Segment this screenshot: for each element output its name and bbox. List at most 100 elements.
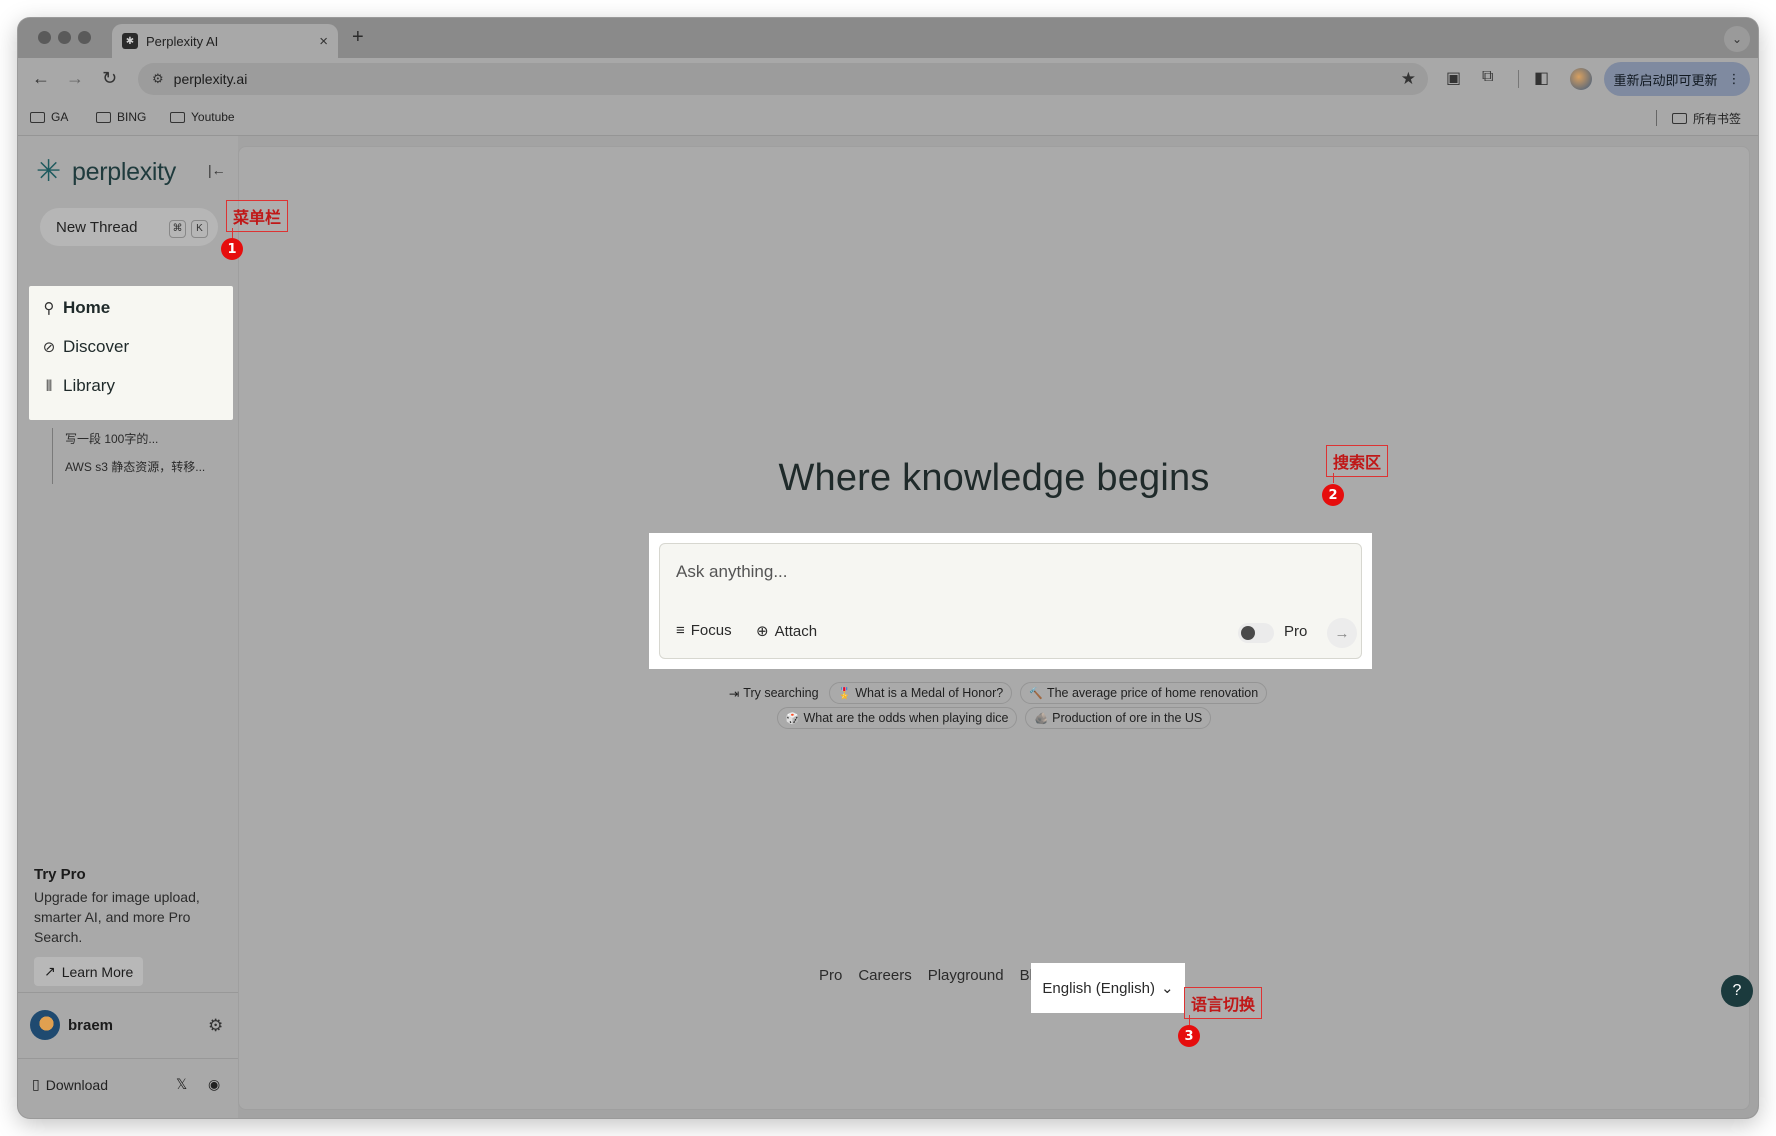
browser-toolbar: ← → ↻ ⚙ perplexity.ai ★ ▣ ⧉ ◧ 重新启动即可更新 ⋮	[18, 58, 1758, 100]
bookmark-star-icon[interactable]: ★	[1401, 69, 1416, 89]
language-selector[interactable]: English (English) ⌄	[1031, 963, 1185, 1013]
search-area: ≡ Focus ⊕ Attach Pro →	[649, 533, 1372, 669]
thread-item[interactable]: AWS s3 静态资源，转移...	[65, 456, 205, 484]
language-label: English (English)	[1042, 979, 1155, 997]
dice-icon: 🎲	[785, 712, 800, 725]
arrow-up-right-icon: ↗	[44, 963, 56, 979]
maximize-window-button[interactable]	[78, 31, 91, 44]
suggestion-chip[interactable]: 🎲 What are the odds when playing dice	[776, 707, 1018, 729]
tab-close-icon[interactable]: ×	[319, 33, 328, 50]
extensions-puzzle-icon[interactable]: ⧉	[1482, 68, 1493, 86]
reload-icon[interactable]: ↻	[102, 68, 117, 89]
sidebar-item-label: Library	[63, 376, 115, 395]
folder-icon	[170, 111, 185, 123]
download-link[interactable]: ▯ Download	[32, 1076, 108, 1093]
annotation-marker: 2	[1322, 484, 1344, 506]
new-thread-button[interactable]: New Thread ⌘ K	[40, 208, 218, 246]
url-text: perplexity.ai	[173, 71, 248, 87]
address-bar[interactable]: ⚙ perplexity.ai ★	[138, 63, 1428, 95]
help-button[interactable]: ?	[1721, 975, 1753, 1007]
sidebar-item-discover[interactable]: ⊘ Discover	[41, 337, 129, 357]
search-input[interactable]	[676, 562, 1276, 582]
annotation-marker: 3	[1178, 1025, 1200, 1047]
side-panel-icon[interactable]: ◧	[1534, 68, 1549, 88]
attach-button[interactable]: ⊕ Attach	[756, 622, 818, 641]
browser-profile-avatar[interactable]	[1570, 68, 1592, 90]
site-info-icon[interactable]: ⚙	[152, 71, 164, 87]
x-twitter-icon[interactable]: 𝕏	[176, 1076, 187, 1093]
tab-strip: ✱ Perplexity AI × + ⌄	[18, 18, 1758, 58]
bookmark-label: GA	[51, 110, 69, 124]
annotation-label-menu: 菜单栏	[226, 200, 289, 232]
update-label: 重新启动即可更新	[1613, 72, 1718, 88]
rock-icon: 🪨	[1034, 712, 1049, 725]
brand-name: perplexity	[72, 157, 176, 186]
bookmark-ga[interactable]: GA	[30, 110, 68, 124]
page-title: Where knowledge begins	[778, 457, 1210, 499]
suggestion-chip[interactable]: 🪨 Production of ore in the US	[1025, 707, 1212, 729]
bookmark-label: Youtube	[191, 110, 235, 124]
submit-button[interactable]: →	[1327, 618, 1357, 648]
sidebar-item-library[interactable]: ⫴ Library	[41, 376, 115, 396]
gear-icon[interactable]: ⚙	[208, 1016, 223, 1036]
learn-more-label: Learn More	[61, 963, 134, 980]
suggestions-row-1: ⇥ Try searching 🎖️ What is a Medal of Ho…	[239, 682, 1749, 704]
sidebar: ✳ perplexity |← New Thread ⌘ K ⚲ Home ⊘ D…	[18, 136, 238, 1118]
footer-link-pro[interactable]: Pro	[819, 967, 842, 984]
suggestions-row-2: 🎲 What are the odds when playing dice 🪨 …	[239, 707, 1749, 729]
user-profile[interactable]: braem	[30, 1010, 113, 1040]
perplexity-app: ✳ perplexity |← New Thread ⌘ K ⚲ Home ⊘ D…	[18, 136, 1758, 1118]
collapse-sidebar-icon[interactable]: |←	[208, 162, 226, 178]
brand-logo[interactable]: ✳ perplexity	[36, 156, 176, 188]
folder-icon	[96, 111, 111, 123]
back-arrow-icon[interactable]: ←	[32, 68, 50, 89]
shortcut-hint: ⌘ K	[164, 218, 208, 238]
footer-link-playground[interactable]: Playground	[928, 967, 1004, 984]
forward-arrow-icon[interactable]: →	[66, 68, 84, 89]
compass-icon: ⊘	[42, 339, 56, 356]
browser-window: ✱ Perplexity AI × + ⌄ ← → ↻ ⚙ perplexity…	[18, 18, 1758, 1118]
update-button[interactable]: 重新启动即可更新 ⋮	[1604, 62, 1750, 96]
new-thread-label: New Thread	[56, 218, 138, 236]
focus-button[interactable]: ≡ Focus	[676, 622, 732, 639]
annotation-leader	[232, 228, 233, 238]
suggestion-chip[interactable]: 🔨 The average price of home renovation	[1020, 682, 1268, 704]
suggestion-chip[interactable]: 🎖️ What is a Medal of Honor?	[828, 682, 1013, 704]
browser-tab[interactable]: ✱ Perplexity AI ×	[112, 24, 338, 58]
try-pro-description: Upgrade for image upload, smarter AI, an…	[34, 889, 200, 945]
minimize-window-button[interactable]	[58, 31, 71, 44]
learn-more-button[interactable]: ↗ Learn More	[34, 957, 144, 986]
suggestion-text: The average price of home renovation	[1046, 686, 1259, 700]
close-window-button[interactable]	[38, 31, 51, 44]
new-tab-button[interactable]: +	[352, 26, 364, 49]
bookmark-divider	[1656, 110, 1657, 126]
try-searching-label: ⇥ Try searching	[721, 682, 821, 704]
username: braem	[68, 1016, 114, 1034]
plus-circle-icon: ⊕	[756, 623, 769, 640]
bookmark-bing[interactable]: BING	[96, 110, 146, 124]
sidebar-item-home[interactable]: ⚲ Home	[41, 298, 111, 318]
perplexity-favicon-icon: ✱	[122, 33, 138, 49]
cast-icon[interactable]: ▣	[1446, 68, 1461, 88]
sidebar-item-label: Home	[63, 298, 111, 317]
bookmark-label: 所有书签	[1693, 112, 1742, 126]
chevron-down-icon: ⌄	[1160, 980, 1174, 997]
sidebar-divider	[18, 1058, 238, 1059]
attach-label: Attach	[774, 622, 818, 640]
annotation-label-language: 语言切换	[1184, 987, 1263, 1019]
medal-icon: 🎖️	[837, 687, 852, 700]
thread-item[interactable]: 写一段 100字的...	[65, 428, 205, 456]
pro-toggle[interactable]	[1238, 623, 1274, 643]
suggestion-text: Production of ore in the US	[1052, 711, 1203, 725]
discord-icon[interactable]: ◉	[208, 1076, 220, 1093]
suggestion-text: What are the odds when playing dice	[803, 711, 1009, 725]
footer-link-careers[interactable]: Careers	[858, 967, 911, 984]
k-key: K	[191, 220, 208, 238]
avatar	[30, 1010, 60, 1040]
toolbar-divider	[1518, 70, 1519, 88]
bookmarks-bar: GA BING Youtube 所有书签	[18, 100, 1758, 136]
bookmark-youtube[interactable]: Youtube	[170, 110, 235, 124]
tab-search-button[interactable]: ⌄	[1724, 26, 1750, 52]
all-bookmarks[interactable]: 所有书签	[1672, 110, 1741, 127]
search-icon: ⚲	[43, 300, 55, 317]
